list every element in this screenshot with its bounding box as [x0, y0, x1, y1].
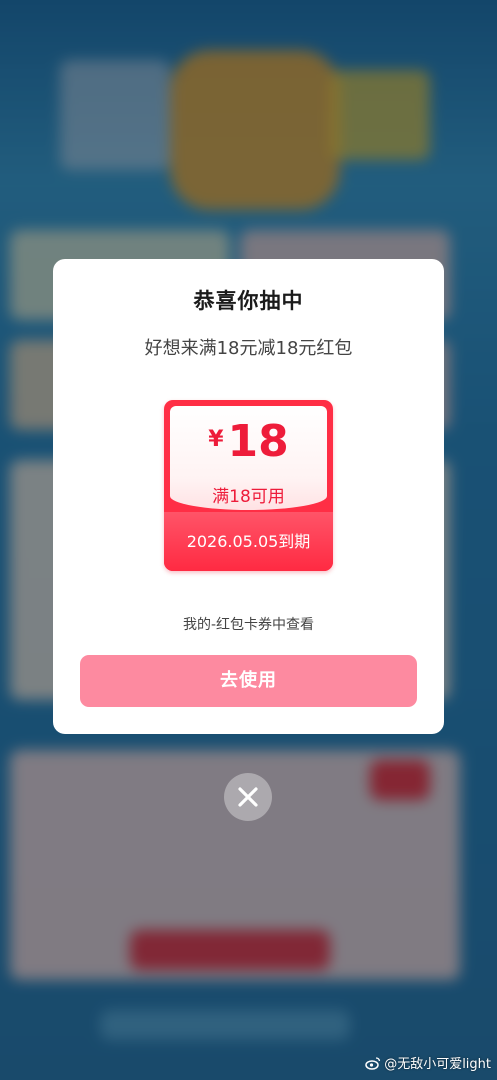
- dialog-title: 恭喜你抽中: [193, 289, 304, 313]
- use-button[interactable]: 去使用: [80, 655, 417, 707]
- prize-dialog: 恭喜你抽中 好想来满18元减18元红包 ¥18 满18可用 2026.05.05…: [53, 259, 444, 734]
- close-icon: [238, 787, 258, 807]
- coupon-condition: 满18可用: [212, 487, 285, 507]
- coupon-top: ¥18 满18可用: [170, 406, 327, 510]
- watermark: @无敌小可爱light: [365, 1053, 491, 1072]
- coupon-card: ¥18 满18可用 2026.05.05到期: [164, 400, 333, 571]
- coupon-expiry: 2026.05.05到期: [186, 532, 311, 551]
- weibo-logo-icon: [365, 1056, 381, 1070]
- dialog-subtitle: 好想来满18元减18元红包: [144, 338, 353, 359]
- view-hint: 我的-红包卡券中查看: [182, 617, 315, 633]
- watermark-text: @无敌小可爱light: [384, 1057, 491, 1072]
- coupon-value: 18: [227, 416, 289, 467]
- coupon-amount: ¥18: [170, 416, 327, 467]
- close-button[interactable]: [224, 773, 272, 821]
- coupon-currency: ¥: [208, 427, 224, 452]
